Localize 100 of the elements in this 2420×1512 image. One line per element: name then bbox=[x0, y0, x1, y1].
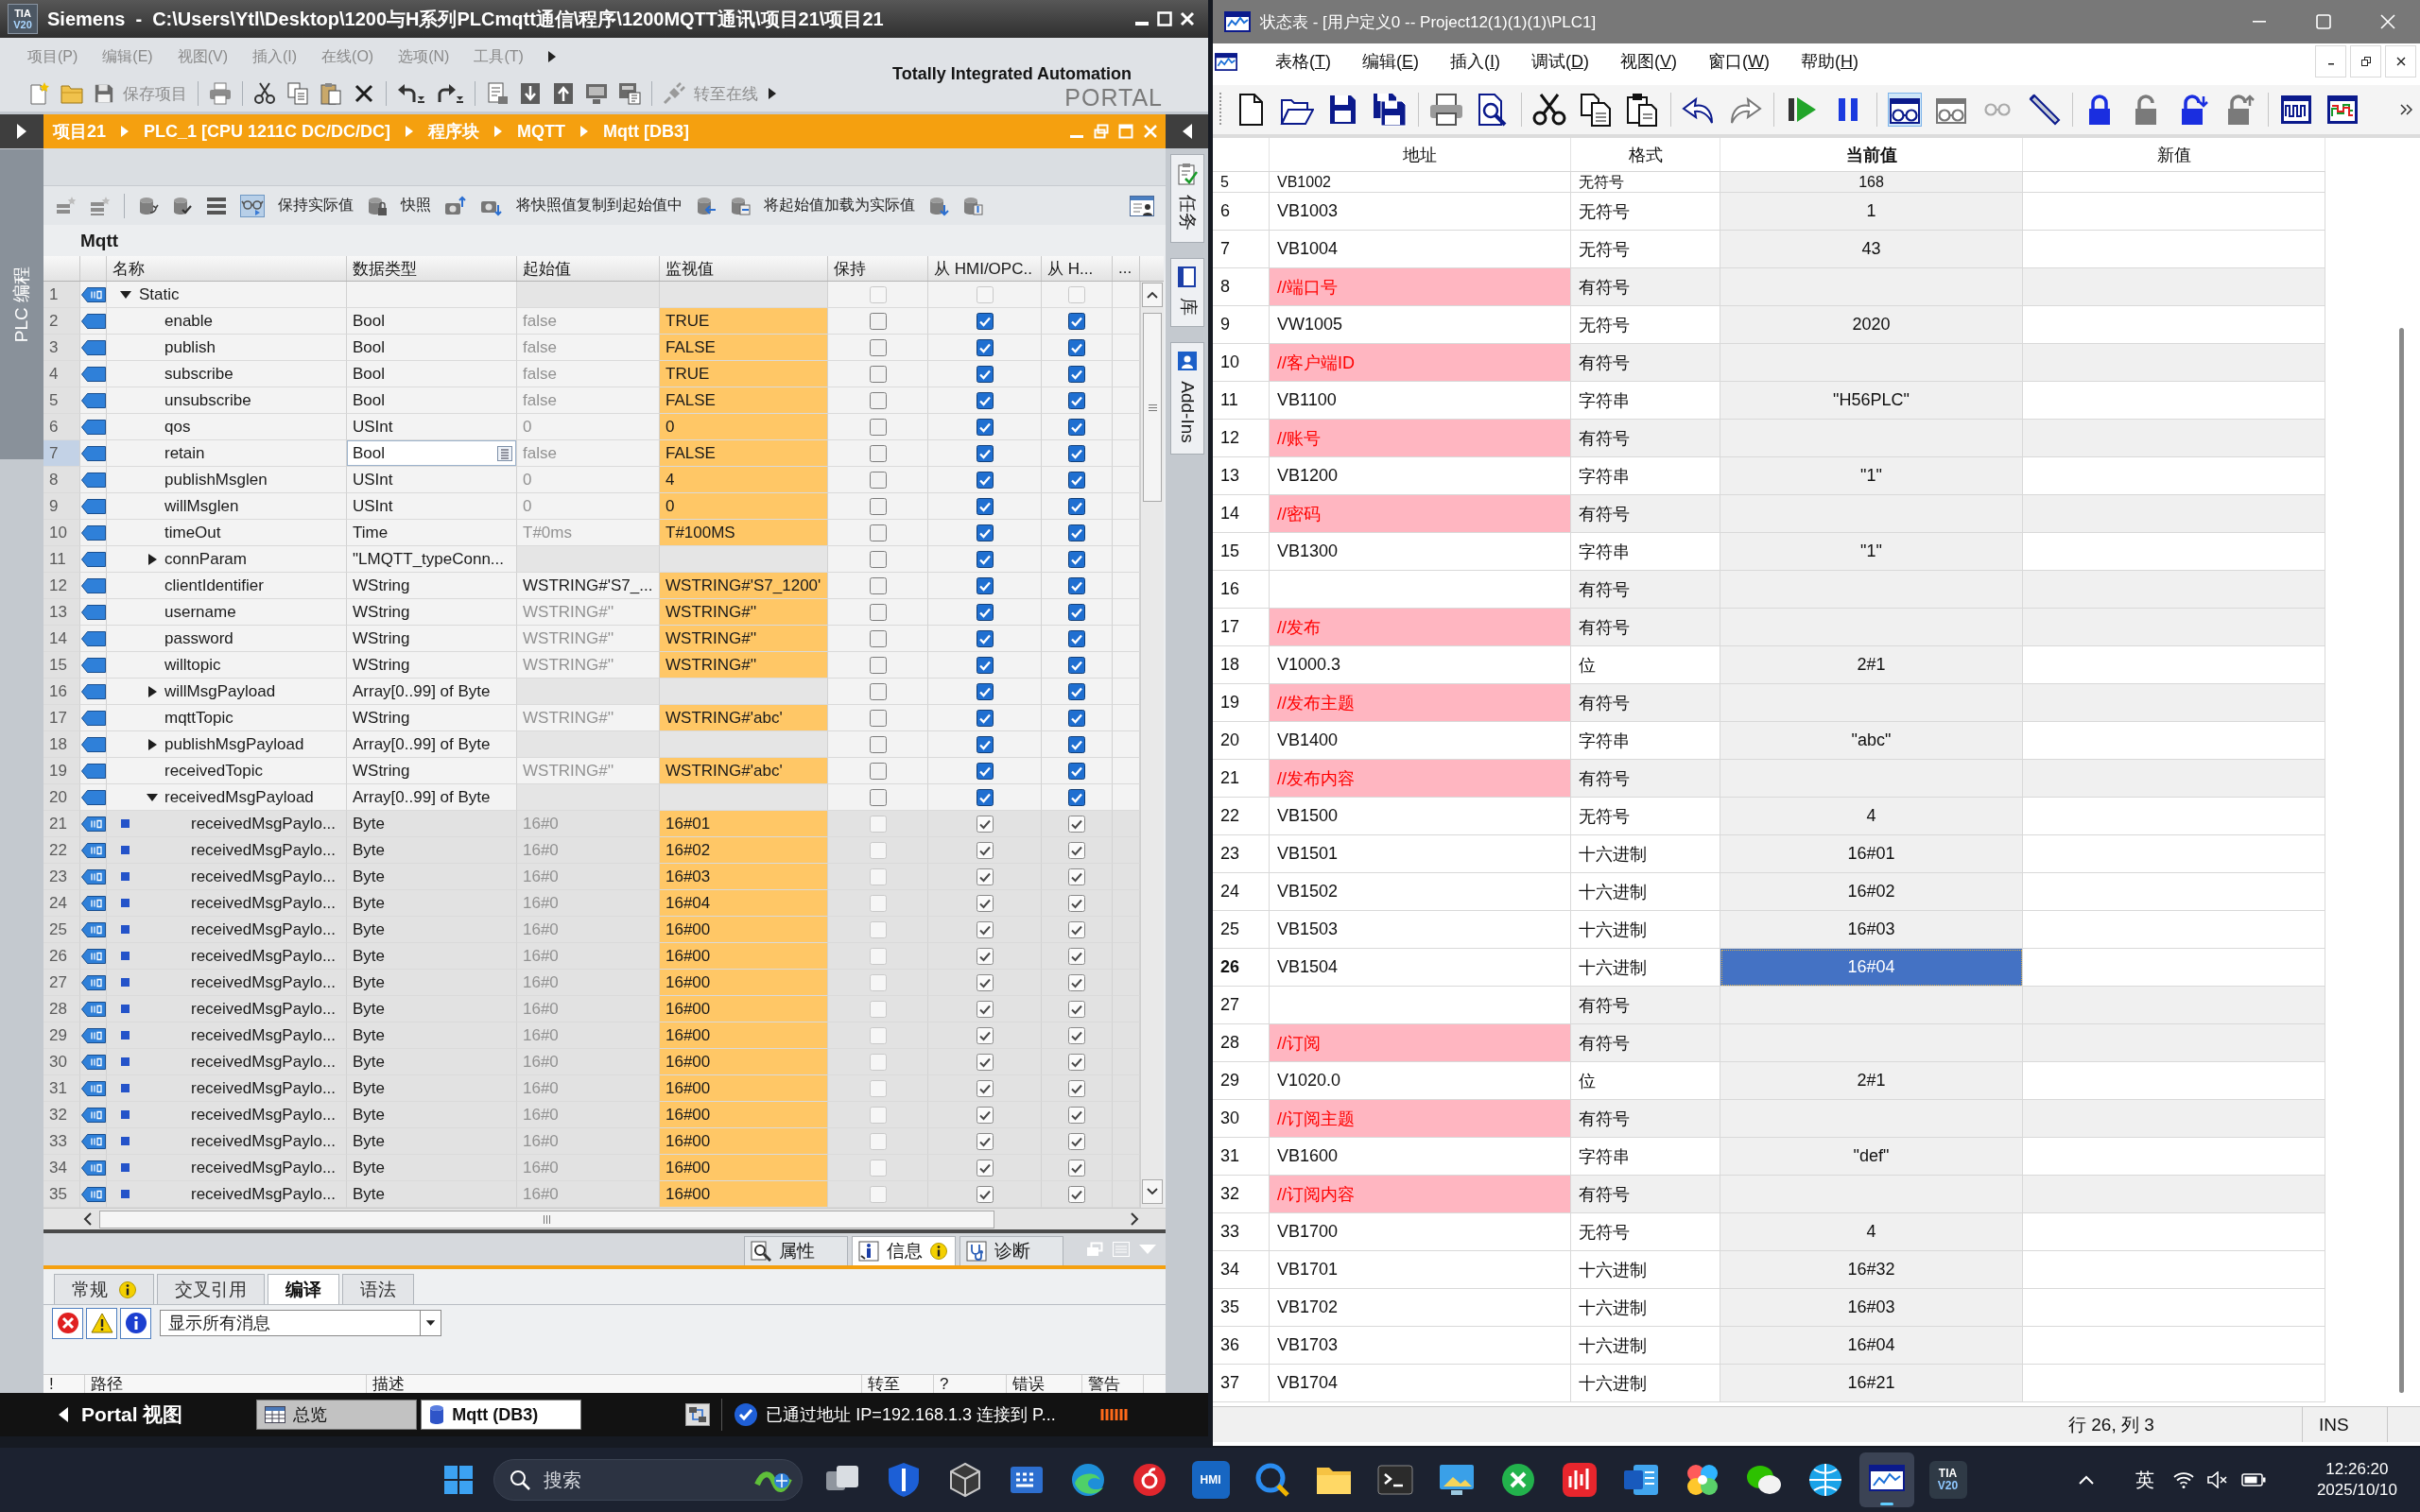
checkbox[interactable] bbox=[869, 656, 887, 674]
checkbox[interactable] bbox=[1068, 524, 1085, 541]
database-arrow-icon[interactable] bbox=[928, 195, 949, 216]
checkbox[interactable] bbox=[976, 576, 994, 594]
column-header[interactable]: 新值 bbox=[2023, 138, 2325, 171]
menu-item[interactable]: 调试(D) bbox=[1531, 50, 1590, 73]
chart-window-icon[interactable] bbox=[1215, 52, 1237, 71]
redo-icon[interactable] bbox=[436, 82, 464, 105]
checkbox[interactable] bbox=[1068, 868, 1085, 885]
checkbox[interactable] bbox=[1068, 894, 1085, 912]
four-squares-icon[interactable] bbox=[442, 1465, 474, 1495]
panel-tab[interactable]: 诊断 bbox=[959, 1236, 1063, 1265]
toolbar-button[interactable]: 将快照值复制到起始值中 bbox=[516, 196, 683, 215]
variable-name[interactable]: enable bbox=[164, 311, 214, 331]
rows-sparkle-icon[interactable] bbox=[90, 195, 111, 216]
checkbox[interactable] bbox=[1068, 1026, 1085, 1044]
camera-arrow-icon[interactable] bbox=[444, 195, 467, 216]
data-type-field[interactable]: Bool bbox=[347, 440, 517, 467]
checkbox[interactable] bbox=[1068, 576, 1085, 594]
checkbox[interactable] bbox=[1068, 1106, 1085, 1124]
checkbox[interactable] bbox=[976, 1185, 994, 1203]
warning-icon[interactable] bbox=[90, 1313, 113, 1333]
editor-tab[interactable]: 总览 bbox=[256, 1400, 418, 1430]
checkbox[interactable] bbox=[1068, 735, 1085, 753]
checkbox[interactable] bbox=[976, 550, 994, 568]
triangle-right-icon[interactable] bbox=[547, 51, 556, 62]
horizontal-scrollbar[interactable] bbox=[43, 1208, 1166, 1229]
app-tile[interactable]: TIA V20 bbox=[1928, 1461, 1967, 1499]
cylinder-icon[interactable] bbox=[429, 1404, 445, 1425]
scroll-up-button[interactable] bbox=[1142, 283, 1163, 307]
database-box-icon[interactable] bbox=[962, 195, 983, 216]
toolbar-button[interactable]: 将起始值加载为实际值 bbox=[764, 196, 915, 215]
checkbox[interactable] bbox=[976, 471, 994, 489]
column-header[interactable]: 当前值 bbox=[1720, 138, 2023, 171]
checkbox[interactable] bbox=[976, 1132, 994, 1150]
checkbox[interactable] bbox=[976, 1000, 994, 1018]
checkbox[interactable] bbox=[1068, 841, 1085, 859]
checkbox[interactable] bbox=[976, 841, 994, 859]
checkbox[interactable] bbox=[976, 762, 994, 780]
battery-icon[interactable] bbox=[2240, 1473, 2266, 1486]
panel-tab[interactable]: 信息 bbox=[852, 1236, 956, 1265]
checkbox[interactable] bbox=[976, 656, 994, 674]
triangle-left-icon[interactable] bbox=[59, 1407, 68, 1422]
pencil-icon[interactable] bbox=[2027, 93, 2061, 127]
column-header[interactable]: 地址 bbox=[1270, 138, 1571, 171]
column-header[interactable]: 格式 bbox=[1571, 138, 1720, 171]
checkbox[interactable] bbox=[869, 391, 887, 409]
wifi-icon[interactable] bbox=[2172, 1471, 2194, 1488]
checkbox[interactable] bbox=[1068, 550, 1085, 568]
wave-window-icon[interactable] bbox=[2325, 93, 2360, 127]
checkbox[interactable] bbox=[976, 524, 994, 541]
column-header[interactable]: 从 H... bbox=[1042, 256, 1113, 281]
checkbox[interactable] bbox=[976, 603, 994, 621]
menu-item[interactable]: 帮助(H) bbox=[1801, 50, 1859, 73]
filter-button[interactable] bbox=[86, 1307, 117, 1339]
checkbox[interactable] bbox=[976, 1026, 994, 1044]
triangle-left-icon[interactable] bbox=[1182, 124, 1192, 139]
network-icon[interactable] bbox=[685, 1403, 711, 1426]
checkbox[interactable] bbox=[869, 762, 887, 780]
variable-name[interactable]: retain bbox=[164, 443, 205, 463]
triangle-down-icon[interactable] bbox=[147, 791, 158, 803]
menu-item[interactable]: 视图(V) bbox=[1620, 50, 1678, 73]
floppy-disks-icon[interactable] bbox=[1373, 93, 1407, 127]
checkbox[interactable] bbox=[869, 365, 887, 383]
column-header[interactable]: 从 HMI/OPC.. bbox=[928, 256, 1042, 281]
menu-item[interactable]: 编辑(E) bbox=[1362, 50, 1419, 73]
panel-tab[interactable]: 属性 bbox=[744, 1236, 848, 1265]
checkbox[interactable] bbox=[1068, 391, 1085, 409]
checkbox[interactable] bbox=[976, 444, 994, 462]
printer-icon[interactable] bbox=[1429, 93, 1463, 127]
clock-time[interactable]: 12:26:20 bbox=[2325, 1459, 2389, 1480]
variable-name[interactable]: timeOut bbox=[164, 523, 221, 542]
chart-window-icon[interactable] bbox=[1858, 1452, 1914, 1507]
checkbox[interactable] bbox=[1068, 1079, 1085, 1097]
column-header[interactable]: 监视值 bbox=[660, 256, 828, 281]
variable-name[interactable]: Static bbox=[139, 284, 180, 304]
checkbox[interactable] bbox=[976, 682, 994, 700]
checkbox[interactable] bbox=[1068, 365, 1085, 383]
triangle-right-icon[interactable] bbox=[147, 685, 158, 697]
restore-button[interactable] bbox=[2350, 45, 2381, 77]
paste-icon[interactable] bbox=[320, 82, 342, 105]
undo-icon[interactable] bbox=[397, 82, 425, 105]
scrollbar-thumb[interactable] bbox=[2399, 328, 2404, 1393]
side-panel-tab[interactable]: 任务 bbox=[1170, 154, 1204, 243]
checkbox[interactable] bbox=[1068, 1185, 1085, 1203]
checkbox[interactable] bbox=[1068, 497, 1085, 515]
clock-date[interactable]: 2025/10/10 bbox=[2316, 1480, 2397, 1501]
stethoscope-icon[interactable] bbox=[966, 1241, 987, 1262]
magnifier-icon[interactable] bbox=[751, 1241, 771, 1262]
check-circle-icon[interactable] bbox=[734, 1402, 759, 1427]
clipboard-check-icon[interactable] bbox=[1177, 163, 1198, 185]
copy-icon[interactable] bbox=[1579, 93, 1613, 127]
checkbox[interactable] bbox=[869, 418, 887, 436]
list-icon[interactable] bbox=[206, 195, 227, 216]
checkbox[interactable] bbox=[869, 338, 887, 356]
checkbox[interactable] bbox=[1068, 418, 1085, 436]
vertical-scrollbar[interactable] bbox=[1140, 282, 1164, 1208]
chevron-down-icon[interactable] bbox=[1147, 1188, 1158, 1195]
monitor-icon[interactable] bbox=[585, 82, 608, 105]
checkbox[interactable] bbox=[1068, 1000, 1085, 1018]
